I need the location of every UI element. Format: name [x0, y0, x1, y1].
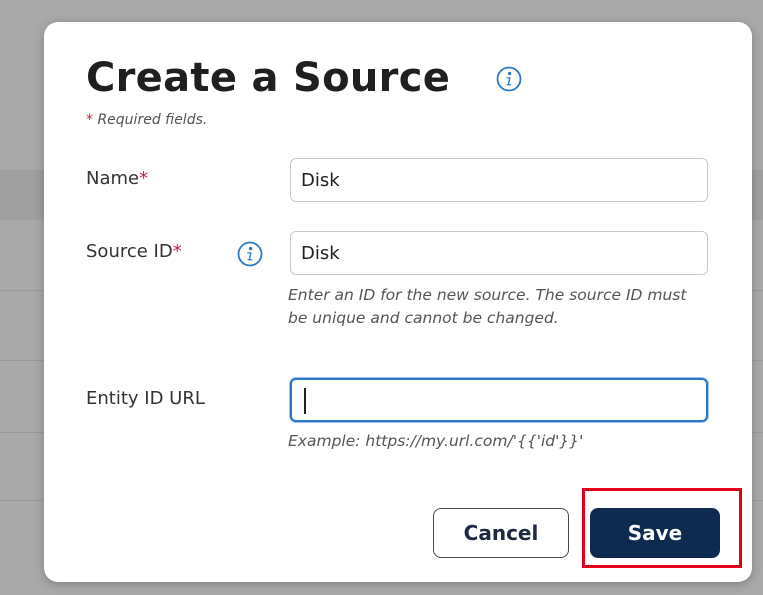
text-caret [304, 388, 306, 414]
source-id-help-text: Enter an ID for the new source. The sour… [288, 286, 687, 327]
cancel-button[interactable]: Cancel [433, 508, 569, 558]
source-id-label: Source ID* [86, 241, 182, 262]
info-icon[interactable] [496, 66, 522, 92]
required-star: * [172, 241, 182, 262]
entity-id-url-help-text: Example: https://my.url.com/'{{'id'}}' [288, 432, 584, 450]
name-input[interactable] [290, 158, 708, 202]
save-highlight-box [582, 488, 742, 568]
dialog-title: Create a Source [86, 55, 451, 101]
name-label-text: Name [86, 168, 140, 189]
info-icon[interactable] [237, 241, 263, 267]
entity-id-url-label: Entity ID URL [86, 388, 205, 409]
entity-id-url-input[interactable] [290, 378, 708, 422]
required-star: * [139, 168, 149, 189]
required-star: * [86, 112, 93, 128]
source-id-label-text: Source ID [86, 241, 173, 262]
source-id-input[interactable] [290, 231, 708, 275]
name-label: Name* [86, 168, 148, 189]
required-fields-note: * Required fields. [86, 112, 207, 128]
required-note-text: Required fields. [97, 112, 208, 128]
